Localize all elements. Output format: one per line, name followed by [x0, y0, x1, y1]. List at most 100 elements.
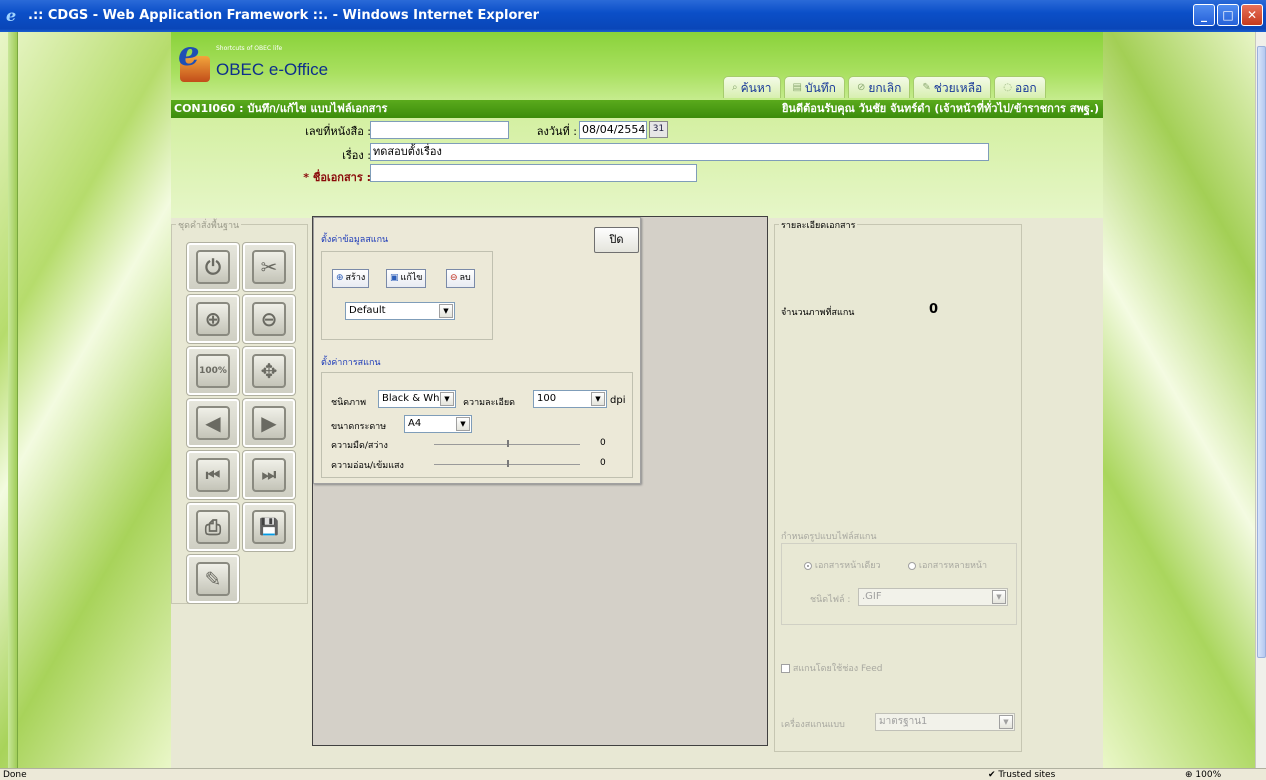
delete-profile-button[interactable]: ⊖ ลบ: [446, 269, 475, 288]
last-page-button[interactable]: ⏭: [242, 450, 296, 500]
contrast-slider[interactable]: [434, 460, 580, 467]
scan-settings-panel: ปิด ตั้งค่าข้อมูลสแกน ⊕ สร้าง ▣ แก้ไข ⊖ …: [313, 217, 641, 484]
nav-help-button[interactable]: ✎ ช่วยเหลือ: [913, 76, 992, 98]
date-input[interactable]: 08/04/2554: [579, 121, 647, 139]
doc-no-input[interactable]: [370, 121, 509, 139]
module-title: CON1I060 : บันทึก/แก้ไข แบบไฟล์เอกสาร: [174, 102, 388, 115]
docname-input[interactable]: [370, 164, 697, 182]
internet-explorer-icon: e: [6, 6, 17, 25]
nav-exit-button[interactable]: ◌ ออก: [994, 76, 1046, 98]
scanner-type-select[interactable]: มาตรฐาน1 ▼: [875, 713, 1015, 731]
edit-icon: ▣: [390, 273, 399, 283]
image-type-select[interactable]: Black & Whi ▼: [378, 390, 456, 408]
close-panel-button[interactable]: ปิด: [594, 227, 639, 253]
settings-group-title: ตั้งค่าการสแกน: [321, 358, 381, 368]
search-icon: ⌕: [732, 81, 738, 93]
chevron-down-icon[interactable]: ▼: [591, 392, 605, 406]
settings-group: ชนิดภาพ Black & Whi ▼ ความละเอียด 100 ▼ …: [321, 372, 633, 478]
file-type-select[interactable]: .GIF ▼: [858, 588, 1008, 606]
toolbox-legend: ชุดคำสั่งพื้นฐาน: [176, 218, 242, 232]
radio-unselected[interactable]: [908, 561, 916, 570]
security-zone: ✔ Trusted sites: [988, 770, 1056, 780]
resolution-value: 100: [537, 393, 557, 404]
zoom-in-button[interactable]: ⊕: [186, 294, 240, 344]
print-button[interactable]: ⎙: [186, 502, 240, 552]
save-disk-icon: 💾: [252, 510, 286, 544]
chevron-down-icon[interactable]: ▼: [439, 304, 453, 318]
slider-knob[interactable]: [507, 460, 509, 467]
paper-select[interactable]: A4 ▼: [404, 415, 472, 433]
feed-checkbox[interactable]: [781, 664, 790, 673]
create-label: สร้าง: [345, 273, 366, 283]
nav-cancel-button[interactable]: ⊘ ยกเลิก: [847, 76, 911, 98]
window-title-bar: e .:: CDGS - Web Application Framework :…: [0, 0, 1266, 32]
single-page-label: เอกสารหน้าเดียว: [814, 561, 881, 571]
brightness-slider[interactable]: [434, 440, 580, 447]
save-disk-button[interactable]: 💾: [242, 502, 296, 552]
contrast-value: 0: [600, 458, 606, 468]
maximize-button[interactable]: □: [1217, 4, 1239, 26]
slider-knob[interactable]: [507, 440, 509, 447]
zoom-control[interactable]: ⊕ 100%: [1185, 769, 1221, 780]
minimize-button[interactable]: _: [1193, 4, 1215, 26]
page-scrollbar[interactable]: [1255, 32, 1266, 768]
multi-page-label: เอกสารหลายหน้า: [918, 561, 988, 571]
file-type-label: ชนิดไฟล์ :: [810, 595, 851, 605]
zoom-out-button[interactable]: ⊖: [242, 294, 296, 344]
paper-value: A4: [408, 418, 422, 429]
tools-button[interactable]: ✂: [242, 242, 296, 292]
docname-label: * ชื่อเอกสาร :: [303, 171, 371, 184]
status-bar: Done ✔ Trusted sites ⊕ 100%: [0, 768, 1266, 780]
image-type-value: Black & Whi: [382, 393, 443, 404]
actual-size-button[interactable]: 100%: [186, 346, 240, 396]
power-button[interactable]: ⏻: [186, 242, 240, 292]
nav-search-button[interactable]: ⌕ ค้นหา: [723, 76, 781, 98]
status-text: Done: [3, 770, 27, 780]
create-profile-button[interactable]: ⊕ สร้าง: [332, 269, 370, 288]
first-page-icon: ⏮: [196, 458, 230, 492]
app-header: e Shortcuts of OBEC life OBEC e-Office ⌕…: [171, 32, 1103, 100]
chevron-down-icon[interactable]: ▼: [440, 392, 454, 406]
date-label: ลงวันที่ :: [536, 125, 577, 138]
scanned-count-value: 0: [929, 302, 939, 317]
nav-save-button[interactable]: ▤ บันทึก: [783, 76, 845, 98]
window-title: .:: CDGS - Web Application Framework ::.…: [28, 8, 540, 23]
chevron-down-icon[interactable]: ▼: [999, 715, 1013, 729]
background-right: [1103, 32, 1255, 768]
nav-label: ออก: [1015, 80, 1037, 95]
radio-selected[interactable]: [804, 561, 812, 570]
edit-label: แก้ไข: [400, 273, 423, 283]
subject-input[interactable]: ทดสอบตั้งเรื่อง: [370, 143, 989, 161]
scrollbar-thumb[interactable]: [1257, 46, 1266, 658]
profile-select[interactable]: Default ▼: [345, 302, 455, 320]
previous-button[interactable]: ◀: [186, 398, 240, 448]
zoom-in-icon: ⊕: [196, 302, 230, 336]
nav-label: ค้นหา: [740, 80, 772, 95]
brightness-label: ความมืด/สว่าง: [331, 441, 388, 451]
logo-tagline: Shortcuts of OBEC life: [216, 45, 283, 52]
edit-profile-button[interactable]: ▣ แก้ไข: [386, 269, 427, 288]
resolution-select[interactable]: 100 ▼: [533, 390, 607, 408]
security-zone-label: Trusted sites: [998, 770, 1056, 780]
multi-page-option[interactable]: เอกสารหลายหน้า: [908, 558, 987, 572]
close-window-button[interactable]: ✕: [1241, 4, 1263, 26]
app-frame: e Shortcuts of OBEC life OBEC e-Office ⌕…: [171, 32, 1103, 768]
chevron-down-icon[interactable]: ▼: [992, 590, 1006, 604]
edit-button[interactable]: ✎: [186, 554, 240, 604]
profile-group: ⊕ สร้าง ▣ แก้ไข ⊖ ลบ Default ▼: [321, 251, 493, 340]
chevron-down-icon[interactable]: ▼: [456, 417, 470, 431]
first-page-button[interactable]: ⏮: [186, 450, 240, 500]
zoom-level: 100%: [1195, 770, 1222, 780]
dpi-label: dpi: [610, 395, 626, 406]
file-type-value: .GIF: [862, 591, 882, 602]
zoom-out-icon: ⊖: [252, 302, 286, 336]
next-button[interactable]: ▶: [242, 398, 296, 448]
document-detail-panel: รายละเอียดเอกสาร จำนวนภาพที่สแกน 0 กำหนด…: [774, 218, 1022, 752]
feed-option[interactable]: สแกนโดยใช้ช่อง Feed: [781, 661, 882, 675]
save-icon: ▤: [792, 81, 802, 93]
module-bar: CON1I060 : บันทึก/แก้ไข แบบไฟล์เอกสาร ยิ…: [171, 100, 1103, 118]
single-page-option[interactable]: เอกสารหน้าเดียว: [804, 558, 881, 572]
document-form: เลขที่หนังสือ : ลงวันที่ : 08/04/2554 31…: [171, 118, 1103, 218]
calendar-icon[interactable]: 31: [649, 121, 668, 138]
fit-page-button[interactable]: ✥: [242, 346, 296, 396]
